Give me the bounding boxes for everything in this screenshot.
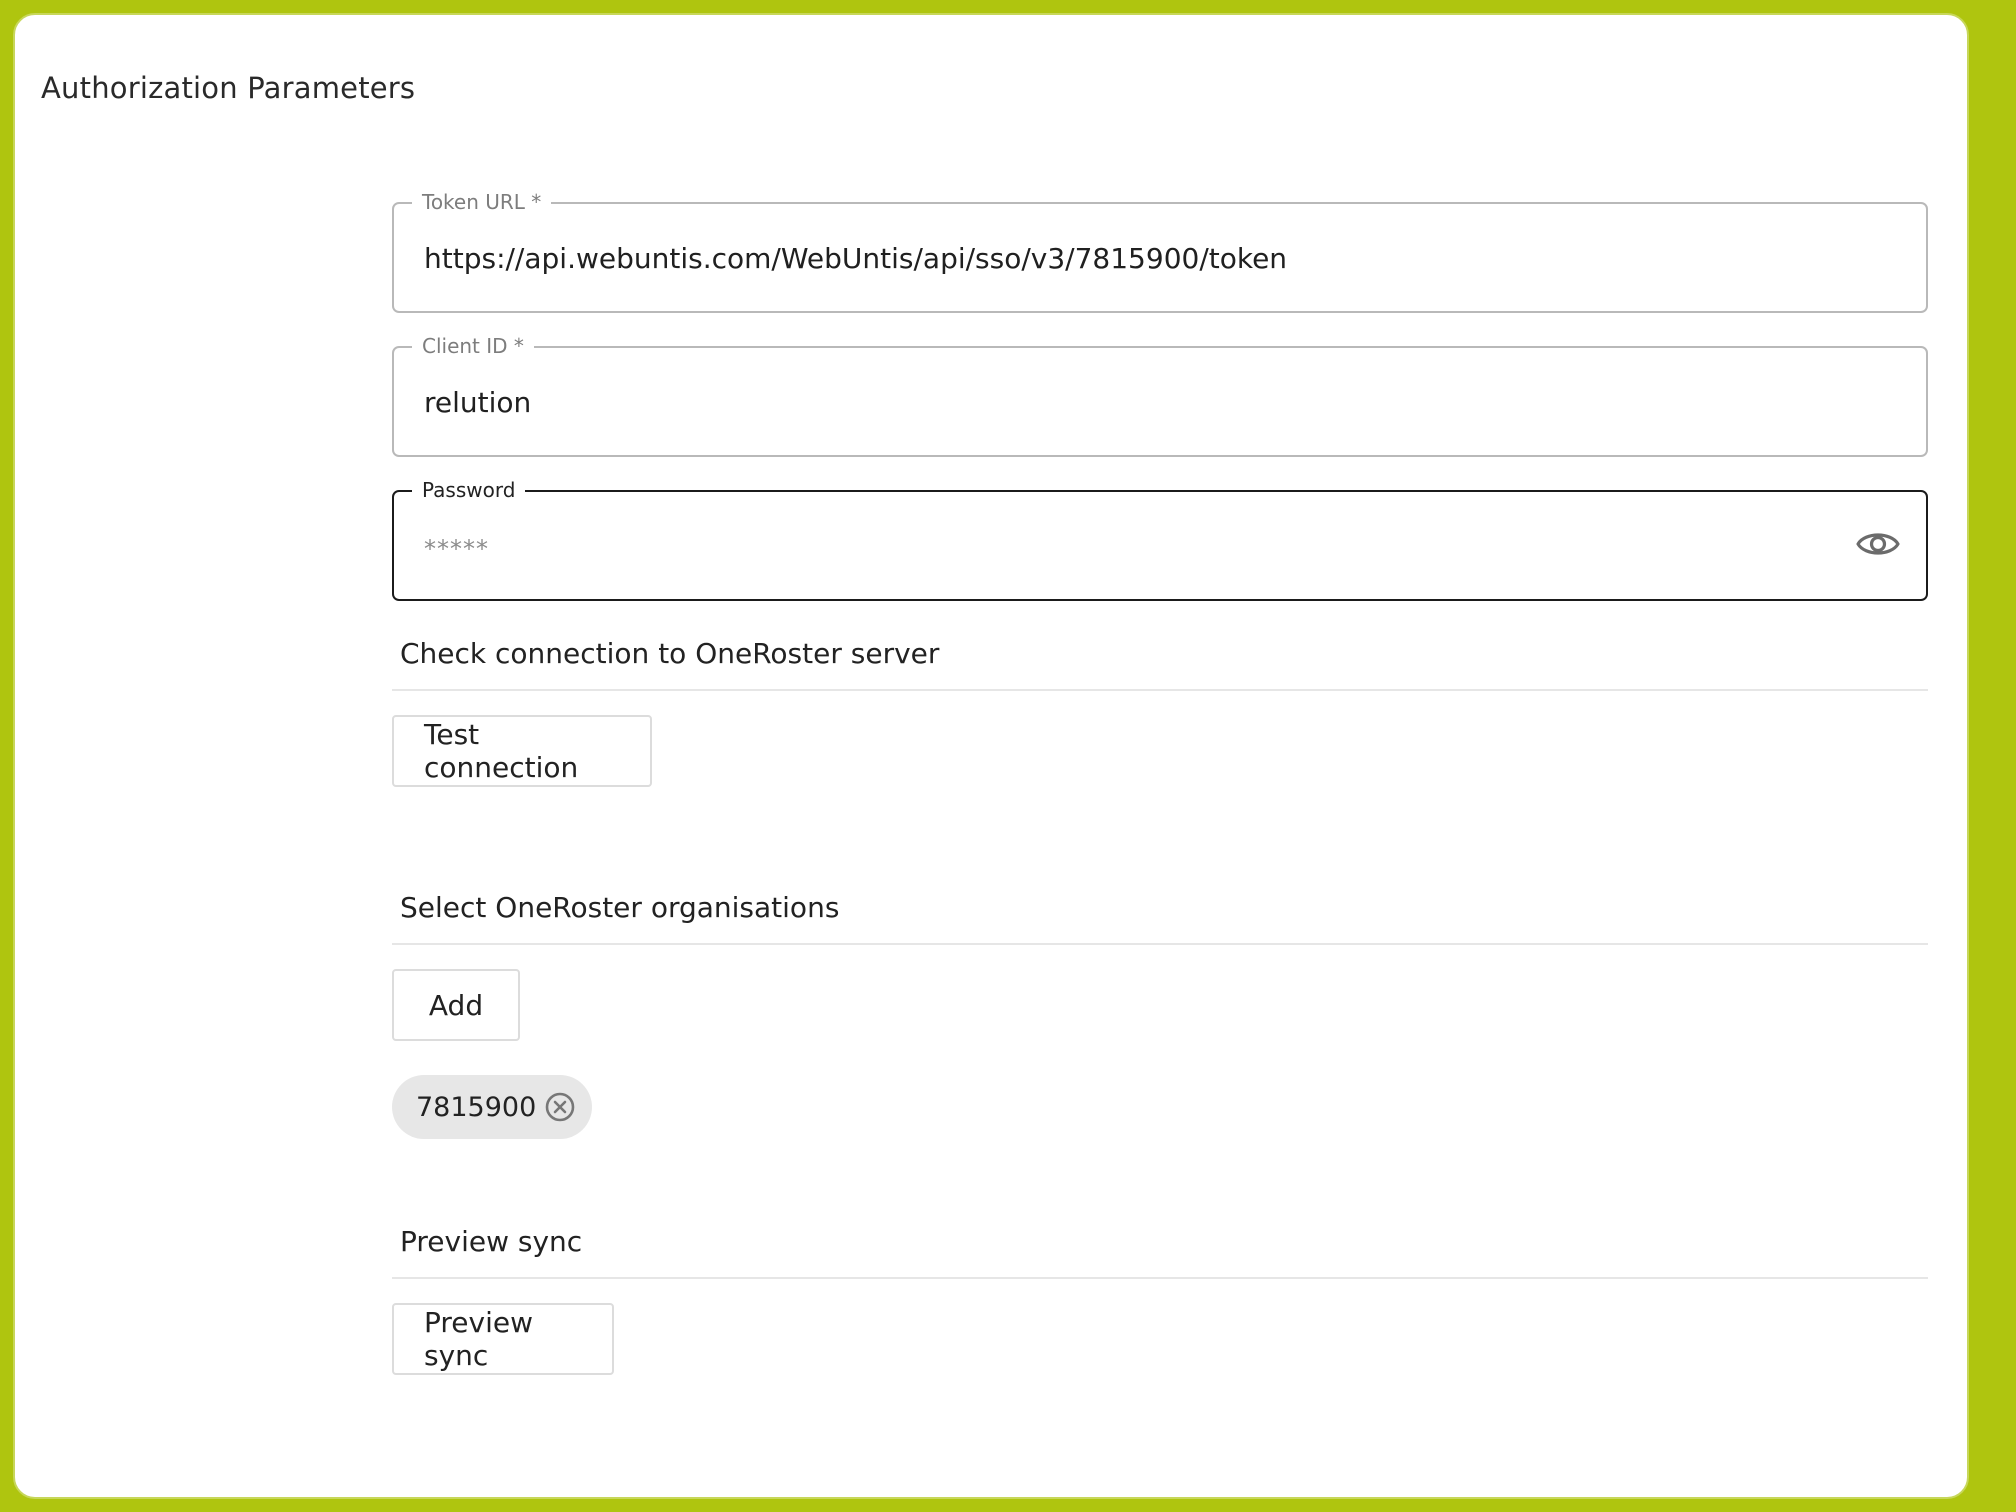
add-organisation-button[interactable]: Add [392,969,520,1041]
token-url-field[interactable]: Token URL * https://api.webuntis.com/Web… [392,191,1928,313]
organisations-divider [392,943,1928,945]
settings-panel: Authorization Parameters Token URL * htt… [13,13,1969,1499]
client-id-label: Client ID * [412,335,534,357]
token-url-value[interactable]: https://api.webuntis.com/WebUntis/api/ss… [424,242,1287,276]
organisation-chip-label: 7815900 [416,1091,537,1123]
show-password-button[interactable] [1854,524,1902,564]
password-field[interactable]: Password ***** [392,479,1928,601]
test-connection-button[interactable]: Test connection [392,715,652,787]
password-label: Password [412,479,526,501]
preview-sync-button[interactable]: Preview sync [392,1303,614,1375]
password-value[interactable]: ***** [424,532,489,566]
eye-icon [1856,533,1900,555]
organisation-chip: 7815900 [392,1075,592,1139]
preview-divider [392,1277,1928,1279]
token-url-label: Token URL * [412,191,552,213]
connection-section-title: Check connection to OneRoster server [400,637,940,670]
page-title: Authorization Parameters [41,71,416,105]
organisations-section-title: Select OneRoster organisations [400,891,840,924]
close-circle-icon[interactable] [544,1091,576,1123]
client-id-value[interactable]: relution [424,386,531,420]
client-id-field[interactable]: Client ID * relution [392,335,1928,457]
connection-divider [392,689,1928,691]
preview-section-title: Preview sync [400,1225,583,1258]
